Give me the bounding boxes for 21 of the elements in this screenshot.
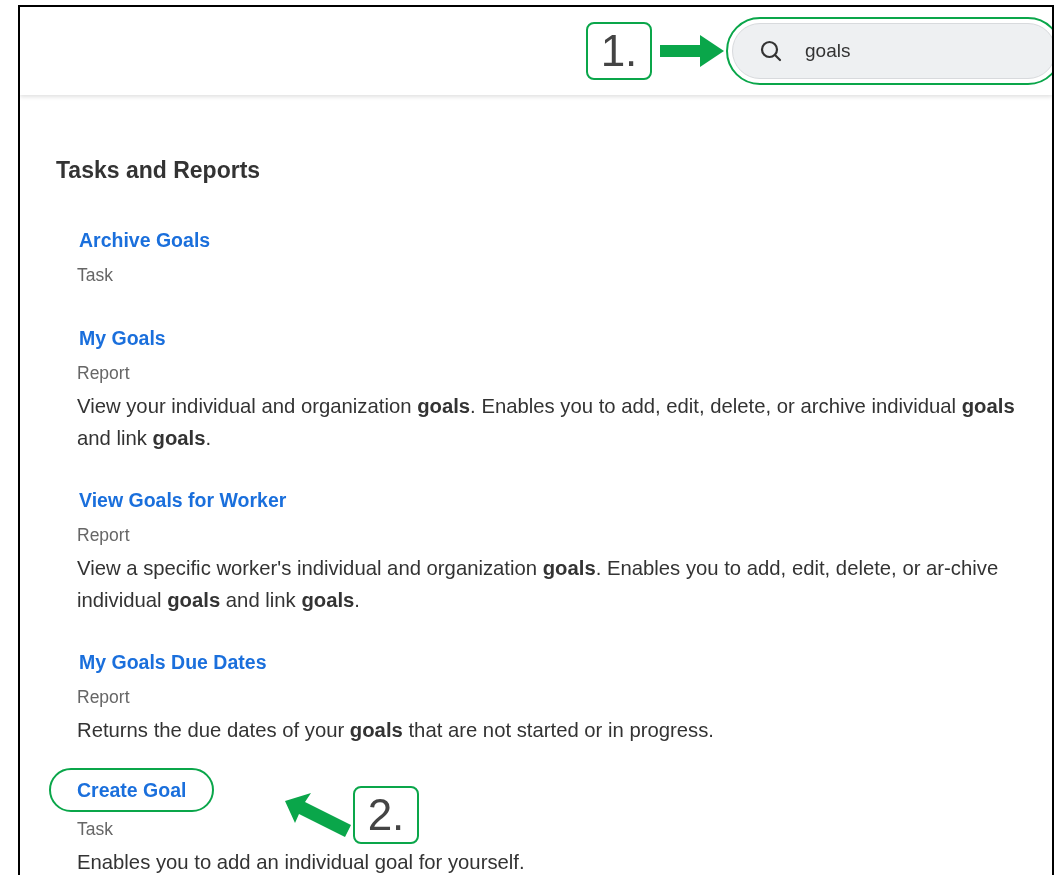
result-description: Returns the due dates of your goals that are not started or in progress. xyxy=(77,717,715,743)
result-description: Enables you to add an individual goal for yourself. xyxy=(77,849,526,875)
result-type: Task xyxy=(77,817,113,841)
section-heading: Tasks and Reports xyxy=(56,156,262,185)
result-type: Report xyxy=(77,523,130,547)
result-link[interactable]: Create Goal xyxy=(49,767,215,812)
result-description: View a specific worker's individual and organization goals. Enables you to add, edit, delete, or ar-chive individual goals and link goals. xyxy=(77,555,1000,613)
result-description: View your individual and organization goals. Enables you to add, edit, delete, or archive individual goals and link goals. xyxy=(77,393,1016,451)
result-link[interactable]: My Goals xyxy=(77,319,168,356)
callout-label: 1. xyxy=(586,22,652,80)
search-icon xyxy=(759,39,783,63)
arrow xyxy=(285,792,351,837)
result-link[interactable]: My Goals Due Dates xyxy=(77,643,269,680)
result-type: Report xyxy=(77,361,130,385)
result-link[interactable]: View Goals for Worker xyxy=(77,481,289,518)
callout-label: 2. xyxy=(353,785,419,844)
search-field[interactable]: goals xyxy=(803,35,1003,67)
arrow xyxy=(660,35,724,67)
result-type: Report xyxy=(77,685,130,709)
result-link[interactable]: Archive Goals xyxy=(77,221,213,258)
result-type: Task xyxy=(77,263,113,287)
